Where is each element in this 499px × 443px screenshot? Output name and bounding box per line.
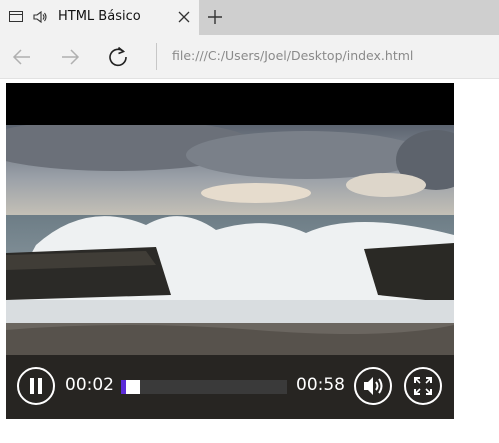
navigation-bar: file:///C:/Users/Joel/Desktop/index.html [0, 35, 499, 79]
volume-button[interactable] [354, 367, 392, 405]
tab-bar: HTML Básico [0, 0, 499, 35]
current-time: 00:02 [65, 375, 114, 395]
volume-icon [364, 377, 383, 395]
video-controls: 00:02 00:58 [6, 355, 454, 419]
tab-title: HTML Básico [58, 9, 141, 24]
duration: 00:58 [296, 375, 345, 395]
back-arrow-icon[interactable] [10, 45, 34, 69]
video-player[interactable]: 00:02 00:58 [6, 83, 454, 419]
window-icon [9, 11, 23, 22]
address-bar[interactable]: file:///C:/Users/Joel/Desktop/index.html [172, 48, 413, 63]
pause-button[interactable] [17, 367, 55, 405]
refresh-icon[interactable] [106, 45, 130, 69]
seek-bar[interactable] [121, 380, 287, 394]
fullscreen-button[interactable] [404, 367, 442, 405]
fullscreen-icon [414, 377, 432, 395]
nav-separator [156, 43, 157, 70]
plus-icon[interactable] [206, 8, 224, 26]
pause-icon [30, 378, 42, 394]
speaker-icon[interactable] [32, 9, 48, 25]
forward-arrow-icon[interactable] [58, 45, 82, 69]
seek-thumb[interactable] [126, 380, 140, 394]
tab-html-basico[interactable]: HTML Básico [0, 0, 199, 35]
close-icon[interactable] [176, 9, 192, 25]
